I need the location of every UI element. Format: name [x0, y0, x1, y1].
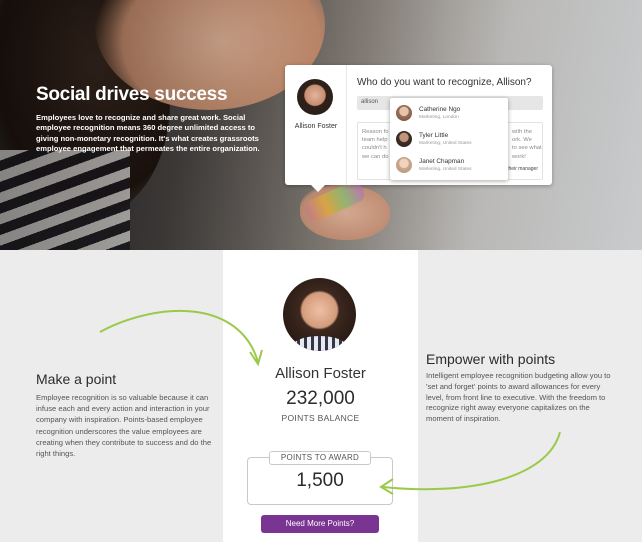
avatar [396, 105, 412, 121]
need-more-points-button[interactable]: Need More Points? [261, 515, 379, 533]
avatar [396, 131, 412, 147]
suggestion-item[interactable]: Catherine Ngo Marketing, London [390, 100, 508, 126]
suggestion-name: Catherine Ngo [419, 106, 461, 113]
points-balance-label: POINTS BALANCE [281, 413, 360, 423]
suggestion-location: Marketing, United States [419, 141, 472, 146]
card-user-name: Allison Foster [294, 123, 338, 130]
suggestion-location: Marketing, London [419, 115, 459, 120]
suggestion-location: Marketing, United States [419, 167, 472, 172]
make-a-point-text: Employee recognition is so valuable beca… [36, 393, 212, 459]
points-to-award-value[interactable]: 1,500 [247, 470, 393, 492]
recipient-suggestions-dropdown: Catherine Ngo Marketing, London Tyler Li… [390, 98, 508, 180]
manager-notice: their manager [507, 165, 538, 172]
profile-name: Allison Foster [275, 365, 366, 382]
card-user-panel: Allison Foster [285, 65, 347, 185]
recognize-question: Who do you want to recognize, Allison? [357, 77, 532, 88]
suggestion-name: Tyler Little [419, 132, 449, 139]
empower-text: Intelligent employee recognition budgeti… [426, 371, 611, 424]
suggestion-item[interactable]: Janet Chapman Marketing, United States [390, 152, 508, 178]
hero-title: Social drives success [36, 84, 228, 105]
make-a-point-title: Make a point [36, 371, 117, 387]
empower-title: Empower with points [426, 351, 556, 367]
points-balance-value: 232,000 [286, 388, 355, 409]
avatar [396, 157, 412, 173]
avatar [297, 79, 333, 115]
suggestion-item[interactable]: Tyler Little Marketing, United States [390, 126, 508, 152]
avatar [283, 278, 356, 351]
points-to-award-label: POINTS TO AWARD [269, 451, 371, 465]
reason-text-right: with the ork. We to see what work! [512, 129, 542, 160]
avatar-shirt [293, 336, 346, 351]
hero-text: Employees love to recognize and share gr… [36, 113, 260, 154]
suggestion-name: Janet Chapman [419, 158, 465, 165]
